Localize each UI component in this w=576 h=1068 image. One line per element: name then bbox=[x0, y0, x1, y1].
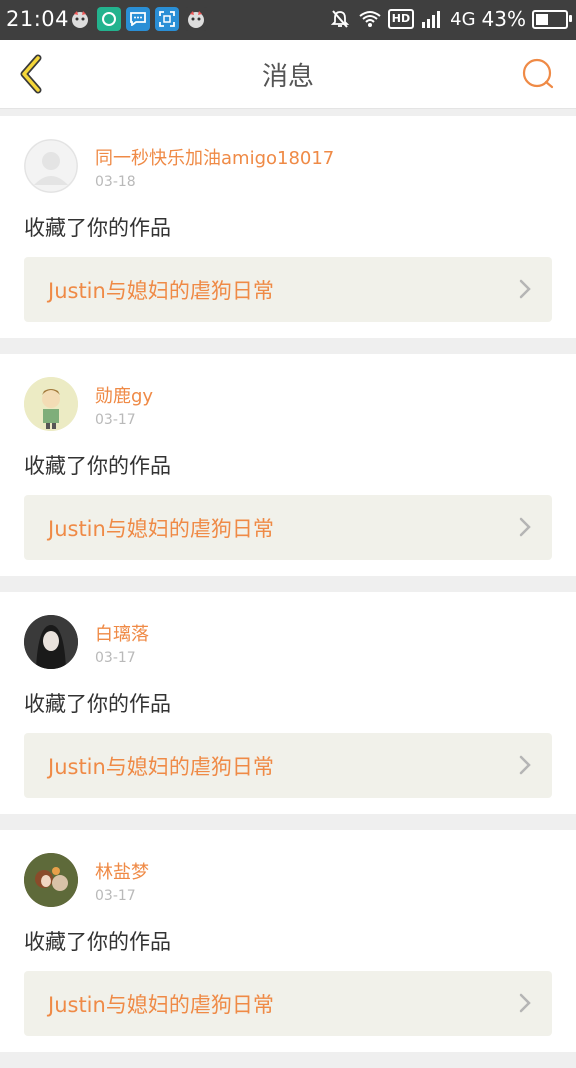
battery-fill bbox=[536, 13, 549, 25]
action-text: 收藏了你的作品 bbox=[24, 454, 171, 478]
work-title: Justin与媳妇的虐狗日常 bbox=[48, 517, 274, 541]
chevron-right-icon bbox=[519, 279, 531, 299]
message-date: 03-17 bbox=[95, 412, 136, 428]
username[interactable]: 同一秒快乐加油amigo18017 bbox=[95, 144, 334, 170]
notification-icons bbox=[68, 7, 208, 31]
work-link[interactable]: Justin与媳妇的虐狗日常 bbox=[24, 257, 552, 322]
app-header: 消息 bbox=[0, 40, 576, 109]
hd-badge: HD bbox=[387, 9, 415, 29]
message-date: 03-18 bbox=[95, 174, 136, 190]
avatar[interactable] bbox=[24, 139, 78, 193]
app-icon-1 bbox=[68, 7, 92, 31]
app-icon-3 bbox=[184, 7, 208, 31]
search-icon[interactable] bbox=[520, 56, 556, 92]
work-title: Justin与媳妇的虐狗日常 bbox=[48, 279, 274, 303]
message-date: 03-17 bbox=[95, 650, 136, 666]
status-bar: 21:04 HD 4G 43% bbox=[0, 0, 576, 40]
username[interactable]: 勋鹿gy bbox=[95, 382, 153, 408]
work-link[interactable]: Justin与媳妇的虐狗日常 bbox=[24, 733, 552, 798]
battery-percent: 43% bbox=[481, 7, 526, 31]
chat-icon bbox=[126, 7, 150, 31]
username[interactable]: 林盐梦 bbox=[95, 858, 149, 884]
avatar[interactable] bbox=[24, 615, 78, 669]
battery-icon bbox=[532, 9, 572, 29]
message-list: 同一秒快乐加油amigo18017 03-18 收藏了你的作品 Justin与媳… bbox=[0, 116, 576, 1068]
scan-icon bbox=[155, 7, 179, 31]
network-type: 4G bbox=[450, 8, 476, 30]
work-link[interactable]: Justin与媳妇的虐狗日常 bbox=[24, 495, 552, 560]
action-text: 收藏了你的作品 bbox=[24, 692, 171, 716]
message-item: 勋鹿gy 03-17 收藏了你的作品 Justin与媳妇的虐狗日常 bbox=[0, 354, 576, 576]
signal-icon bbox=[420, 7, 444, 31]
message-date: 03-17 bbox=[95, 888, 136, 904]
wifi-icon bbox=[358, 7, 382, 31]
mute-icon bbox=[328, 7, 352, 31]
message-item: 白璃落 03-17 收藏了你的作品 Justin与媳妇的虐狗日常 bbox=[0, 592, 576, 814]
action-text: 收藏了你的作品 bbox=[24, 930, 171, 954]
username[interactable]: 白璃落 bbox=[95, 620, 149, 646]
work-link[interactable]: Justin与媳妇的虐狗日常 bbox=[24, 971, 552, 1036]
chevron-right-icon bbox=[519, 993, 531, 1013]
status-right: HD 4G 43% bbox=[328, 7, 572, 31]
app-icon-2 bbox=[97, 7, 121, 31]
message-item: 同一秒快乐加油amigo18017 03-18 收藏了你的作品 Justin与媳… bbox=[0, 116, 576, 338]
work-title: Justin与媳妇的虐狗日常 bbox=[48, 755, 274, 779]
work-title: Justin与媳妇的虐狗日常 bbox=[48, 993, 274, 1017]
message-item: 林盐梦 03-17 收藏了你的作品 Justin与媳妇的虐狗日常 bbox=[0, 830, 576, 1052]
chevron-right-icon bbox=[519, 517, 531, 537]
avatar[interactable] bbox=[24, 377, 78, 431]
action-text: 收藏了你的作品 bbox=[24, 216, 171, 240]
page-title: 消息 bbox=[261, 62, 314, 92]
avatar[interactable] bbox=[24, 853, 78, 907]
chevron-right-icon bbox=[519, 755, 531, 775]
status-time: 21:04 bbox=[6, 7, 70, 31]
